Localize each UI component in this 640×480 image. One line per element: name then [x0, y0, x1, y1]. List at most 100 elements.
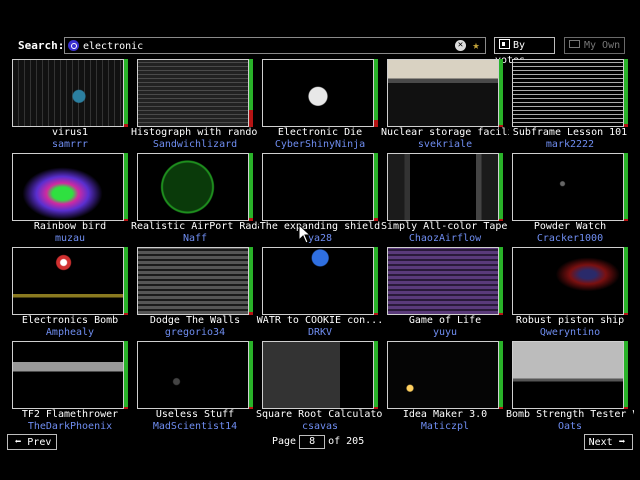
- save-thumbnail[interactable]: [137, 153, 249, 221]
- upvote-fill: [249, 247, 253, 312]
- save-thumbnail[interactable]: [387, 247, 499, 315]
- sort-by-votes-button[interactable]: By votes: [494, 37, 555, 66]
- save-title[interactable]: Useless Stuff: [131, 409, 259, 421]
- save-card[interactable]: Powder Watch Cracker1000: [512, 153, 628, 244]
- pager: Page 8 of 205: [272, 434, 364, 450]
- save-author[interactable]: ChaozAirflow: [381, 233, 509, 244]
- save-card[interactable]: Nuclear storage facilitysvekriale: [381, 59, 509, 150]
- save-card[interactable]: The expanding shield ya28: [260, 153, 380, 244]
- save-card[interactable]: Electronics Bomb Amphealy: [12, 247, 128, 338]
- save-card[interactable]: Rainbow bird muzau: [12, 153, 128, 244]
- save-author[interactable]: DRKV: [256, 327, 384, 338]
- save-thumbnail[interactable]: [262, 341, 374, 409]
- save-card[interactable]: Simply All-color Tape...ChaozAirflow: [381, 153, 509, 244]
- save-grid: virus1samrrrHistograph with rando...Sand…: [12, 59, 634, 432]
- save-title[interactable]: Electronic Die: [256, 127, 384, 139]
- save-thumbnail[interactable]: [137, 59, 249, 127]
- save-thumbnail[interactable]: [12, 153, 124, 221]
- save-thumbnail[interactable]: [137, 247, 249, 315]
- save-title[interactable]: Dodge The Walls: [131, 315, 259, 327]
- upvote-fill: [499, 341, 503, 407]
- save-card[interactable]: virus1 samrrr: [12, 59, 128, 150]
- save-title[interactable]: Simply All-color Tape...: [381, 221, 509, 233]
- save-author[interactable]: svekriale: [381, 139, 509, 150]
- save-title[interactable]: virus1: [6, 127, 134, 139]
- sort-icon: [499, 39, 510, 49]
- save-author[interactable]: Maticzpl: [381, 421, 509, 432]
- save-card[interactable]: WATR to COOKIE con... DRKV: [257, 247, 383, 338]
- save-title[interactable]: Idea Maker 3.0: [381, 409, 509, 421]
- save-author[interactable]: samrrr: [6, 139, 134, 150]
- save-title[interactable]: Robust piston ship: [506, 315, 634, 327]
- save-author[interactable]: CyberShinyNinja: [256, 139, 384, 150]
- save-thumbnail[interactable]: [137, 341, 249, 409]
- save-title[interactable]: Electronics Bomb: [6, 315, 134, 327]
- save-card[interactable]: Dodge The Walls gregorio34: [137, 247, 253, 338]
- save-card[interactable]: Electronic Die CyberShinyNinja: [262, 59, 378, 150]
- save-thumbnail[interactable]: [512, 59, 624, 127]
- save-author[interactable]: ya28: [256, 233, 384, 244]
- save-title[interactable]: Nuclear storage facility: [381, 127, 509, 139]
- save-card[interactable]: Bomb Strength Tester V2 Oats: [506, 341, 634, 432]
- prev-page-button[interactable]: ⬅ Prev: [7, 434, 57, 450]
- save-author[interactable]: muzau: [6, 233, 134, 244]
- save-title[interactable]: Subframe Lesson 101: [506, 127, 634, 139]
- save-card[interactable]: Robust piston ship Qweryntino: [512, 247, 628, 338]
- save-author[interactable]: gregorio34: [131, 327, 259, 338]
- save-thumbnail[interactable]: [12, 247, 124, 315]
- save-title[interactable]: Rainbow bird: [6, 221, 134, 233]
- save-thumbnail[interactable]: [262, 153, 374, 221]
- save-card[interactable]: Realistic AirPort Radar Naff: [131, 153, 259, 244]
- save-author[interactable]: csavas: [256, 421, 384, 432]
- save-title[interactable]: Square Root Calculator: [256, 409, 384, 421]
- save-author[interactable]: MadScientist14: [131, 421, 259, 432]
- vote-bar: [374, 247, 378, 315]
- favorite-star-icon[interactable]: ★: [469, 38, 483, 53]
- save-thumbnail[interactable]: [262, 247, 374, 315]
- save-thumbnail[interactable]: [12, 59, 124, 127]
- page-number-input[interactable]: 8: [299, 435, 326, 449]
- save-title[interactable]: Histograph with rando...: [131, 127, 259, 139]
- save-title[interactable]: Powder Watch: [506, 221, 634, 233]
- clear-search-icon[interactable]: ✕: [455, 40, 466, 51]
- save-thumbnail[interactable]: [387, 153, 499, 221]
- save-author[interactable]: yuyu: [381, 327, 509, 338]
- upvote-fill: [624, 153, 628, 219]
- save-author[interactable]: Amphealy: [6, 327, 134, 338]
- save-thumbnail[interactable]: [12, 341, 124, 409]
- save-thumbnail[interactable]: [512, 341, 624, 409]
- save-title[interactable]: Realistic AirPort Radar: [131, 221, 259, 233]
- save-card[interactable]: Idea Maker 3.0 Maticzpl: [387, 341, 503, 432]
- vote-bar: [374, 59, 378, 127]
- upvote-fill: [624, 247, 628, 313]
- next-page-button[interactable]: Next ➡: [584, 434, 633, 450]
- save-author[interactable]: Oats: [506, 421, 634, 432]
- save-author[interactable]: Cracker1000: [506, 233, 634, 244]
- save-thumbnail[interactable]: [262, 59, 374, 127]
- search-input[interactable]: [83, 39, 453, 53]
- save-title[interactable]: Game of Life: [381, 315, 509, 327]
- page-total: of 205: [328, 436, 365, 447]
- save-author[interactable]: Naff: [131, 233, 259, 244]
- save-author[interactable]: mark2222: [506, 139, 634, 150]
- save-title[interactable]: WATR to COOKIE con...: [256, 315, 384, 327]
- save-card[interactable]: Useless Stuff MadScientist14: [137, 341, 253, 432]
- save-thumbnail[interactable]: [387, 59, 499, 127]
- save-author[interactable]: Qweryntino: [506, 327, 634, 338]
- save-card[interactable]: Square Root Calculator csavas: [256, 341, 384, 432]
- save-thumbnail[interactable]: [512, 153, 624, 221]
- search-field[interactable]: ✕ ★: [64, 37, 486, 54]
- save-title[interactable]: Bomb Strength Tester V2: [506, 409, 634, 421]
- my-own-button[interactable]: My Own: [564, 37, 625, 54]
- save-author[interactable]: Sandwichlizard: [131, 139, 259, 150]
- save-title[interactable]: TF2 Flamethrower: [6, 409, 134, 421]
- save-thumbnail[interactable]: [512, 247, 624, 315]
- save-card[interactable]: Subframe Lesson 101 mark2222: [512, 59, 628, 150]
- save-card[interactable]: Histograph with rando...Sandwichlizard: [131, 59, 259, 150]
- save-card[interactable]: TF2 Flamethrower TheDarkPhoenix: [12, 341, 128, 432]
- vote-bar: [374, 153, 378, 221]
- save-author[interactable]: TheDarkPhoenix: [6, 421, 134, 432]
- save-thumbnail[interactable]: [387, 341, 499, 409]
- save-title[interactable]: The expanding shield: [256, 221, 384, 233]
- save-card[interactable]: Game of Life yuyu: [387, 247, 503, 338]
